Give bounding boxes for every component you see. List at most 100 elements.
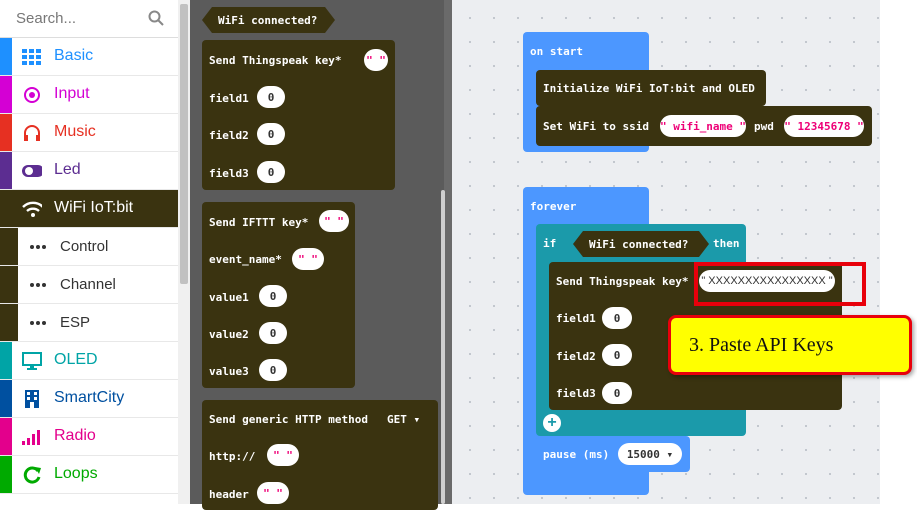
block-label: WiFi connected?: [589, 238, 689, 251]
toolbox-sidebar: Search... Basic Input Music Led WiFi IoT…: [0, 0, 178, 504]
field1-input[interactable]: 0: [602, 307, 632, 329]
workspace-scroll-area[interactable]: [880, 0, 917, 504]
value1-input[interactable]: 0: [259, 285, 287, 307]
annotation-callout: 3. Paste API Keys: [668, 315, 912, 375]
method-dropdown[interactable]: GET ▾: [387, 413, 420, 426]
dots-icon: [28, 314, 48, 332]
subcategory-channel[interactable]: Channel: [0, 266, 178, 304]
url-input[interactable]: " ": [267, 444, 299, 466]
event-name-input[interactable]: " ": [292, 248, 324, 270]
block-label: forever: [530, 200, 577, 213]
category-music[interactable]: Music: [0, 114, 178, 152]
highlight-box: [694, 262, 866, 306]
field3-label: field3: [209, 167, 249, 180]
flyout-edge: [444, 0, 452, 504]
category-color-bar: [0, 190, 12, 227]
add-else-plus-icon[interactable]: +: [543, 414, 561, 432]
category-color-bar: [0, 418, 12, 455]
value2-label: value2: [209, 328, 249, 341]
thingspeak-block[interactable]: Send Thingspeak key* " " field1 0 field2…: [202, 40, 395, 190]
dots-icon: [28, 276, 48, 294]
signal-bars-icon: [22, 428, 42, 446]
search-box[interactable]: Search...: [0, 0, 178, 38]
category-oled[interactable]: OLED: [0, 342, 178, 380]
category-label: Radio: [54, 427, 96, 444]
subcategory-label: ESP: [60, 314, 91, 331]
block-label: WiFi connected?: [218, 14, 318, 27]
wifi-connected-condition[interactable]: WiFi connected?: [573, 231, 709, 257]
wifi-connected-block[interactable]: WiFi connected?: [202, 7, 335, 33]
field1-label: field1: [556, 312, 596, 325]
flyout-scrollbar-thumb[interactable]: [441, 190, 445, 504]
category-loops[interactable]: Loops: [0, 456, 178, 494]
headphones-icon: [22, 124, 42, 142]
monitor-icon: [22, 352, 42, 370]
init-block[interactable]: Initialize WiFi IoT:bit and OLED: [536, 70, 766, 106]
category-color-bar: [0, 380, 12, 417]
wifi-icon: [22, 200, 42, 218]
search-icon[interactable]: [148, 10, 164, 26]
sidebar-scrollbar-thumb[interactable]: [180, 4, 188, 284]
subcategory-control[interactable]: Control: [0, 228, 178, 266]
grid-icon: [22, 48, 42, 66]
category-label: WiFi IoT:bit: [54, 199, 134, 216]
category-basic[interactable]: Basic: [0, 38, 178, 76]
category-color-bar: [0, 114, 12, 151]
url-label: http://: [209, 450, 256, 463]
field1-input[interactable]: 0: [257, 86, 285, 108]
block-label: Send IFTTT key*: [209, 216, 309, 229]
category-radio[interactable]: Radio: [0, 418, 178, 456]
dots-icon: [28, 238, 48, 256]
pause-block[interactable]: pause (ms) 15000 ▾: [536, 436, 690, 472]
ssid-input[interactable]: " wifi_name ": [660, 115, 746, 137]
category-color-bar: [0, 342, 12, 379]
category-label: Led: [54, 161, 81, 178]
refresh-icon: [22, 466, 42, 484]
http-method-block[interactable]: Send generic HTTP method GET ▾ http:// "…: [202, 400, 438, 510]
block-label: Send generic HTTP method: [209, 413, 368, 426]
pause-dropdown[interactable]: 15000 ▾: [618, 443, 682, 465]
category-label: Loops: [54, 465, 98, 482]
category-wifi-iotbit[interactable]: WiFi IoT:bit: [0, 190, 178, 228]
subcategory-label: Channel: [60, 276, 116, 293]
category-color-bar: [0, 228, 18, 265]
field2-input[interactable]: 0: [257, 123, 285, 145]
value2-input[interactable]: 0: [259, 322, 287, 344]
category-color-bar: [0, 266, 18, 303]
block-label: Send Thingspeak key*: [209, 54, 342, 67]
field3-input[interactable]: 0: [257, 161, 285, 183]
value3-input[interactable]: 0: [259, 359, 287, 381]
subcategory-esp[interactable]: ESP: [0, 304, 178, 342]
ifttt-block[interactable]: Send IFTTT key* " " event_name* " " valu…: [202, 202, 355, 388]
category-color-bar: [0, 76, 12, 113]
category-color-bar: [0, 152, 12, 189]
value1-label: value1: [209, 291, 249, 304]
key-string-input[interactable]: " ": [364, 49, 388, 71]
field2-label: field2: [209, 129, 249, 142]
set-wifi-block[interactable]: Set WiFi to ssid " wifi_name " pwd " 123…: [536, 106, 872, 146]
radio-circle-icon: [22, 86, 42, 104]
building-icon: [22, 390, 42, 408]
field2-input[interactable]: 0: [602, 344, 632, 366]
header-label: header: [209, 488, 249, 501]
field2-label: field2: [556, 350, 596, 363]
event-name-label: event_name*: [209, 253, 282, 266]
then-label: then: [713, 237, 740, 250]
category-led[interactable]: Led: [0, 152, 178, 190]
ifttt-key-input[interactable]: " ": [319, 210, 349, 232]
header-input[interactable]: " ": [257, 482, 289, 504]
value3-label: value3: [209, 365, 249, 378]
block-flyout: WiFi connected? Send Thingspeak key* " "…: [190, 0, 452, 510]
if-label: if: [543, 237, 557, 250]
category-smartcity[interactable]: SmartCity: [0, 380, 178, 418]
category-input[interactable]: Input: [0, 76, 178, 114]
field3-input[interactable]: 0: [602, 382, 632, 404]
category-label: OLED: [54, 351, 98, 368]
category-label: Input: [54, 85, 90, 102]
pwd-input[interactable]: " 12345678 ": [784, 115, 864, 137]
field3-label: field3: [556, 387, 596, 400]
search-input[interactable]: Search...: [16, 10, 76, 27]
block-label: pause (ms): [543, 448, 610, 461]
category-label: SmartCity: [54, 389, 125, 406]
field1-label: field1: [209, 92, 249, 105]
